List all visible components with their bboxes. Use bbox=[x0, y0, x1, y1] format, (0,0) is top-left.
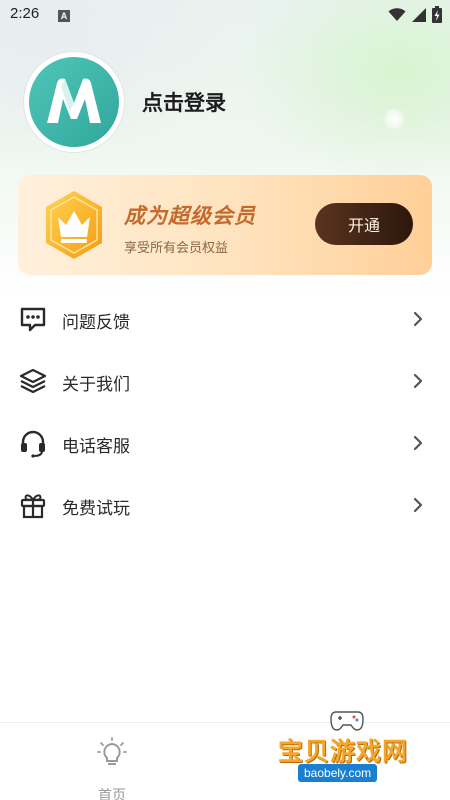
menu-item-phone-support[interactable]: 电话客服 bbox=[0, 412, 450, 474]
vip-title: 成为超级会员 bbox=[124, 204, 256, 228]
avatar[interactable] bbox=[24, 52, 124, 152]
lightbulb-icon bbox=[97, 737, 127, 765]
chevron-right-icon bbox=[413, 311, 423, 327]
chevron-right-icon bbox=[413, 435, 423, 451]
chevron-right-icon bbox=[413, 373, 423, 389]
menu-label: 问题反馈 bbox=[62, 313, 130, 333]
menu-item-free-trial[interactable]: 免费试玩 bbox=[0, 474, 450, 536]
watermark: 宝贝游戏网 baobely.com bbox=[272, 706, 422, 796]
menu-label: 免费试玩 bbox=[62, 499, 130, 519]
gamepad-icon bbox=[330, 711, 364, 731]
notification-icon: A bbox=[58, 10, 70, 22]
feedback-icon bbox=[20, 307, 46, 332]
nav-home[interactable]: 首页 bbox=[82, 735, 142, 800]
nav-home-label: 首页 bbox=[98, 788, 126, 800]
vip-card[interactable]: 成为超级会员 享受所有会员权益 开通 bbox=[18, 175, 432, 275]
light-glow bbox=[383, 108, 405, 130]
battery-icon bbox=[432, 6, 442, 23]
headset-icon bbox=[21, 430, 45, 458]
open-vip-button[interactable]: 开通 bbox=[315, 203, 413, 245]
crown-badge-icon bbox=[46, 191, 102, 259]
settings-menu: 问题反馈 关于我们 电话客服 免费试玩 bbox=[0, 288, 450, 536]
layers-icon bbox=[19, 368, 47, 394]
login-link[interactable]: 点击登录 bbox=[142, 87, 226, 117]
vip-subtitle: 享受所有会员权益 bbox=[124, 241, 229, 256]
status-bar: 2:26 A bbox=[0, 0, 450, 30]
status-icons bbox=[388, 6, 442, 23]
watermark-text: 宝贝游戏网 bbox=[278, 737, 409, 766]
status-time: 2:26 bbox=[10, 5, 40, 22]
menu-item-feedback[interactable]: 问题反馈 bbox=[0, 288, 450, 350]
chevron-right-icon bbox=[413, 497, 423, 513]
menu-label: 电话客服 bbox=[62, 437, 130, 457]
menu-label: 关于我们 bbox=[62, 375, 130, 395]
watermark-url: baobely.com bbox=[298, 764, 378, 782]
gift-icon bbox=[20, 494, 46, 519]
wifi-icon bbox=[388, 7, 406, 21]
menu-item-about[interactable]: 关于我们 bbox=[0, 350, 450, 412]
signal-icon bbox=[412, 7, 426, 22]
app-logo-icon bbox=[47, 78, 101, 123]
